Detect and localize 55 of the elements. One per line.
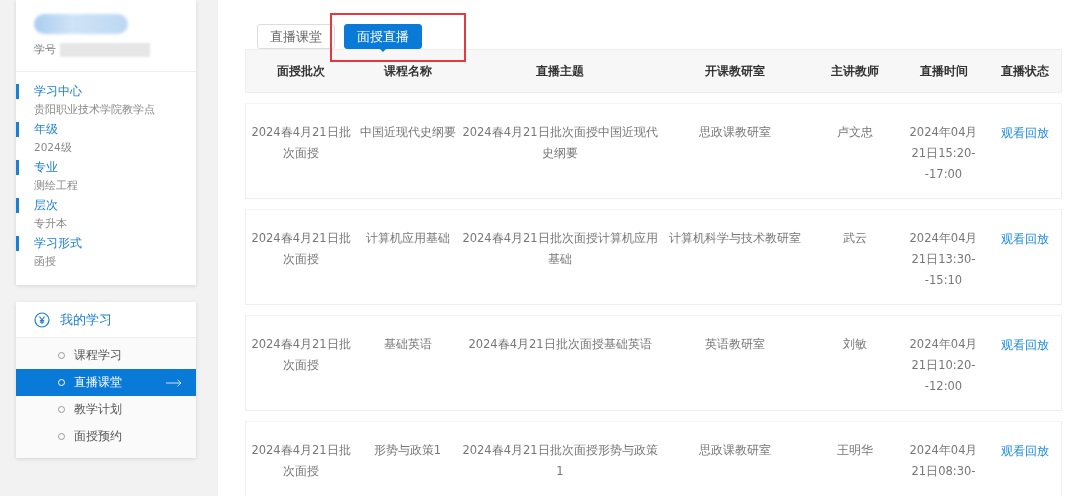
table-cell-text: 2024年04月21日08:30- <box>908 442 979 480</box>
table-cell-text: 计算机科学与技术教研室 <box>668 230 802 247</box>
column-header: 课程名称 <box>382 62 433 80</box>
column-header: 直播时间 <box>918 62 969 80</box>
info-value: 测绘工程 <box>33 179 79 193</box>
info-label: 专业 <box>16 160 196 175</box>
table-cell-text: 王明华 <box>836 442 874 459</box>
info-value: 2024级 <box>33 141 73 155</box>
info-label: 学习形式 <box>16 236 196 251</box>
table-cell-text: 2024春4月21日批次面授 <box>250 442 352 480</box>
menu-item[interactable]: 教学计划 <box>16 396 196 423</box>
info-label: 层次 <box>16 198 196 213</box>
table-cell-text: 基础英语 <box>382 336 433 353</box>
menu-item[interactable]: 课程学习 <box>16 342 196 369</box>
info-label: 年级 <box>16 122 196 137</box>
table-cell-text: 武云 <box>842 230 868 247</box>
column-header: 主讲教师 <box>830 62 880 80</box>
replay-link[interactable]: 观看回放 <box>1000 122 1049 144</box>
table-cell-text: 计算机应用基础 <box>364 230 451 247</box>
table-cell-text: 卢文忠 <box>836 124 874 141</box>
student-id-label: 学号 <box>34 42 56 57</box>
table-cell-text: 思政课教研室 <box>698 124 772 141</box>
table-cell-text: 英语教研室 <box>704 336 766 353</box>
table-cell-text: 2024春4月21日批次面授形势与政策1 <box>461 442 659 480</box>
table-cell-text: 思政课教研室 <box>698 442 772 459</box>
yen-icon <box>34 311 50 328</box>
table-cell-text: 2024春4月21日批次面授 <box>250 124 352 162</box>
info-value: 函授 <box>33 255 57 269</box>
arrow-right-icon <box>166 378 182 387</box>
column-header: 面授批次 <box>276 62 326 80</box>
column-header: 直播状态 <box>999 62 1050 80</box>
info-value: 贵阳职业技术学院教学点 <box>33 103 156 117</box>
tab[interactable]: 面授直播 <box>344 24 422 49</box>
table-cell-text: 2024春4月21日批次面授计算机应用基础 <box>461 230 659 268</box>
replay-link[interactable]: 观看回放 <box>1000 228 1049 250</box>
table-cell-text: 中国近现代史纲要 <box>358 124 457 141</box>
tab[interactable]: 直播课堂 <box>257 24 335 49</box>
table-cell-text: 2024年04月21日15:20--17:00 <box>908 124 979 183</box>
table-cell-text: 刘敏 <box>842 336 868 353</box>
menu-title: 我的学习 <box>60 310 112 329</box>
table-cell-text: 形势与政策1 <box>372 442 443 459</box>
info-value: 专升本 <box>33 217 68 231</box>
table-cell-text: 2024春4月21日批次面授 <box>250 336 352 374</box>
replay-link[interactable]: 观看回放 <box>1000 334 1049 356</box>
table-cell-text: 2024春4月21日批次面授基础英语 <box>467 336 653 353</box>
info-label: 学习中心 <box>16 84 196 99</box>
menu-item[interactable]: 直播课堂 <box>16 369 196 396</box>
menu-item[interactable]: 面授预约 <box>16 423 196 450</box>
table-cell-text: 2024春4月21日批次面授中国近现代史纲要 <box>461 124 659 162</box>
column-header: 开课教研室 <box>704 62 766 80</box>
table-cell-text: 2024春4月21日批次面授 <box>250 230 352 268</box>
replay-link[interactable]: 观看回放 <box>1000 440 1049 462</box>
column-header: 直播主题 <box>535 62 585 80</box>
table-cell-text: 2024年04月21日13:30--15:10 <box>908 230 979 289</box>
table-cell-text: 2024年04月21日10:20--12:00 <box>908 336 979 395</box>
